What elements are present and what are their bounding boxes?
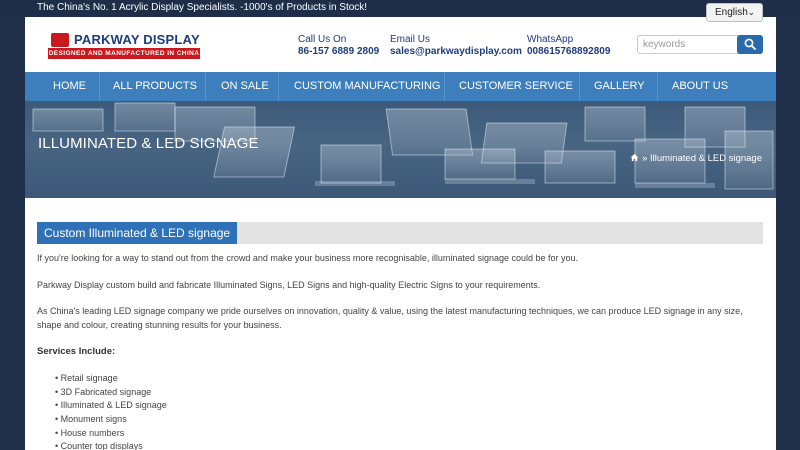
tagline: The China's No. 1 Acrylic Display Specia… <box>37 2 368 13</box>
nav-all-products[interactable]: ALL PRODUCTS <box>113 72 197 101</box>
nav-home[interactable]: HOME <box>53 72 86 101</box>
list-item: • Illuminated & LED signage <box>55 400 167 410</box>
paragraph-build: Parkway Display custom build and fabrica… <box>37 280 541 290</box>
list-item: • Counter top displays <box>55 441 143 450</box>
whatsapp-block: WhatsApp 008615768892809 <box>527 34 610 57</box>
list-item: • Retail signage <box>55 373 118 383</box>
section-heading: Custom Illuminated & LED signage <box>37 222 238 244</box>
search-input[interactable] <box>637 35 741 54</box>
nav-divider <box>444 72 445 101</box>
home-icon[interactable] <box>630 153 639 165</box>
call-label: Call Us On <box>298 34 347 45</box>
breadcrumb: » Illuminated & LED signage <box>630 153 762 165</box>
logo[interactable]: PARKWAY DISPLAY DESIGNED AND MANUFACTURE… <box>48 32 203 60</box>
email-link[interactable]: sales@parkwaydisplay.com <box>390 46 522 57</box>
nav-divider <box>205 72 206 101</box>
nav-divider <box>278 72 279 101</box>
phone-number[interactable]: 86-157 6889 2809 <box>298 46 379 57</box>
page-banner: ILLUMINATED & LED SIGNAGE » Illuminated … <box>25 101 776 198</box>
search-button[interactable] <box>737 35 763 54</box>
breadcrumb-current[interactable]: » Illuminated & LED signage <box>642 153 762 164</box>
logo-title: PARKWAY DISPLAY <box>74 32 200 47</box>
list-item: • Monument signs <box>55 414 127 424</box>
search-icon <box>744 38 756 50</box>
nav-divider <box>579 72 580 101</box>
search-box <box>637 35 763 54</box>
whatsapp-label: WhatsApp <box>527 34 574 45</box>
paragraph-intro: If you're looking for a way to stand out… <box>37 253 579 263</box>
nav-gallery[interactable]: GALLERY <box>594 72 645 101</box>
whatsapp-number[interactable]: 008615768892809 <box>527 46 610 57</box>
nav-about-us[interactable]: ABOUT US <box>672 72 728 101</box>
nav-on-sale[interactable]: ON SALE <box>221 72 269 101</box>
logo-mark-icon <box>51 33 69 47</box>
language-selector[interactable]: English ⌄ <box>706 3 763 22</box>
nav-divider <box>657 72 658 101</box>
language-label: English <box>715 7 748 18</box>
chevron-down-icon: ⌄ <box>747 7 755 17</box>
main-nav: HOME ALL PRODUCTS ON SALE CUSTOM MANUFAC… <box>25 72 776 101</box>
list-item: • 3D Fabricated signage <box>55 387 152 397</box>
top-strip: The China's No. 1 Acrylic Display Specia… <box>0 0 800 17</box>
nav-customer-service[interactable]: CUSTOMER SERVICE <box>459 72 573 101</box>
site-header: PARKWAY DISPLAY DESIGNED AND MANUFACTURE… <box>25 17 776 72</box>
list-item: • House numbers <box>55 428 125 438</box>
page-title: ILLUMINATED & LED SIGNAGE <box>38 135 259 152</box>
section-heading-bar: Custom Illuminated & LED signage <box>37 222 763 244</box>
nav-divider <box>99 72 100 101</box>
call-block: Call Us On 86-157 6889 2809 <box>298 34 379 57</box>
logo-subtitle: DESIGNED AND MANUFACTURED IN CHINA <box>48 48 200 59</box>
email-label: Email Us <box>390 34 431 45</box>
paragraph-company: As China's leading LED signage company w… <box>37 306 743 330</box>
services-title: Services Include: <box>37 346 116 357</box>
email-block: Email Us sales@parkwaydisplay.com <box>390 34 522 57</box>
nav-custom-manufacturing[interactable]: CUSTOM MANUFACTURING <box>294 72 440 101</box>
